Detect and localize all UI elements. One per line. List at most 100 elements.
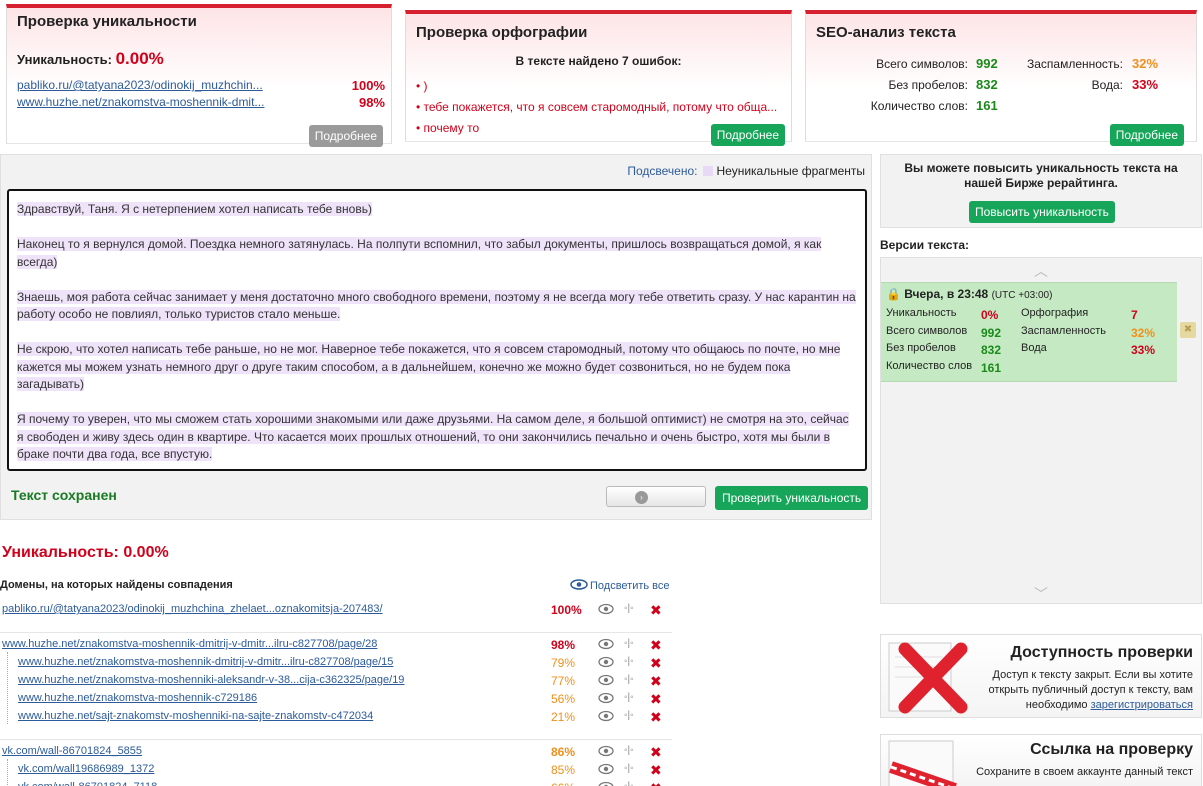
highlight-legend-text: Неуникальные фрагменты [716, 164, 865, 178]
compare-icon[interactable]: ◦|◦ [624, 710, 634, 721]
domains-header: Домены, на которых найдены совпадения [0, 579, 233, 591]
result-percent: 77% [551, 674, 576, 688]
uniqueness-value-label: Уникальность: 0.00% [17, 49, 164, 68]
seo-metric-value: 832 [976, 77, 998, 92]
result-link[interactable]: vk.com/wall19686989_1372 [18, 763, 154, 775]
spelling-error-item[interactable]: • ) [416, 79, 786, 93]
text-editor[interactable]: Здравствуй, Таня. Я с нетерпением хотел … [7, 189, 867, 471]
match-percent: 100% [351, 78, 385, 93]
uniqueness-value: 0.00% [115, 49, 164, 68]
compare-icon[interactable]: ◦|◦ [624, 656, 634, 667]
editor-paragraph: Не скрою, что хотел написать тебе раньше… [17, 342, 841, 391]
eye-icon[interactable] [598, 781, 614, 786]
result-percent: 79% [551, 656, 576, 670]
seo-metric-label: Вода: [1091, 78, 1123, 92]
compare-icon[interactable]: ◦|◦ [624, 763, 634, 774]
delete-icon[interactable]: ✖ [650, 602, 662, 619]
highlight-all-link[interactable]: Подсветить все [570, 579, 670, 592]
eye-icon[interactable] [598, 603, 614, 615]
compare-icon[interactable]: ◦|◦ [624, 674, 634, 685]
result-link[interactable]: www.huzhe.net/znakomstva-moshennik-c7291… [18, 692, 257, 704]
result-link[interactable]: www.huzhe.net/znakomstva-moshenniki-alek… [18, 674, 404, 686]
seo-metric-value: 32% [1132, 56, 1159, 71]
seo-metric-label: Без пробелов: [888, 78, 969, 92]
chevron-up-icon[interactable]: ︿ [881, 261, 1201, 281]
version-metric-label: Без пробелов [886, 342, 956, 354]
delete-icon[interactable]: ✖ [650, 762, 662, 779]
spelling-error-item[interactable]: • тебе покажется, что я совсем старомодн… [416, 100, 786, 114]
highlight-legend: Подсвечено: Неуникальные фрагменты [627, 164, 865, 178]
check-uniqueness-button[interactable]: Проверить уникальность [715, 486, 869, 510]
delete-version-icon[interactable]: ✖ [1180, 322, 1196, 338]
compare-icon[interactable]: ◦|◦ [624, 781, 634, 786]
result-link[interactable]: vk.com/wall-86701824_5855 [2, 745, 142, 757]
delete-icon[interactable]: ✖ [650, 691, 662, 708]
seo-metric-label: Всего символов: [876, 57, 968, 71]
version-metric-label: Уникальность [886, 307, 957, 319]
result-percent: 85% [551, 763, 576, 777]
eye-icon[interactable] [598, 692, 614, 704]
compare-icon[interactable]: ◦|◦ [624, 745, 634, 756]
version-metric-label: Всего символов [886, 324, 968, 337]
register-link[interactable]: зарегистрироваться [1091, 699, 1193, 711]
delete-icon[interactable]: ✖ [650, 780, 662, 786]
version-metric-value: 832 [981, 343, 1002, 357]
eye-icon[interactable] [598, 710, 614, 722]
promo-text: Вы можете повысить уникальность текста н… [904, 161, 1178, 190]
version-metric-value: 7 [1131, 308, 1138, 322]
result-percent: 86% [551, 745, 576, 759]
toggle-knob-icon: › [635, 491, 648, 504]
editor-paragraph: Я почему то уверен, что мы сможем стать … [17, 412, 849, 461]
eye-icon[interactable] [598, 674, 614, 686]
eye-icon[interactable] [598, 763, 614, 775]
highlight-toggle[interactable]: › [606, 486, 706, 507]
eye-icon[interactable] [598, 638, 614, 650]
delete-icon[interactable]: ✖ [650, 637, 662, 654]
result-row: www.huzhe.net/znakomstva-moshennik-dmitr… [0, 637, 672, 656]
seo-more-button[interactable]: Подробнее [1109, 124, 1184, 146]
compare-icon[interactable]: ◦|◦ [624, 638, 634, 649]
match-link-row: www.huzhe.net/znakomstva-moshennik-dmit.… [17, 95, 385, 112]
seo-metric-value: 161 [976, 98, 998, 113]
version-metric-label: Количество слов [886, 359, 973, 372]
compare-icon[interactable]: ◦|◦ [624, 692, 634, 703]
uniqueness-card: Проверка уникальности Уникальность: 0.00… [6, 4, 392, 147]
delete-icon[interactable]: ✖ [650, 673, 662, 690]
eye-icon[interactable] [598, 656, 614, 668]
match-link[interactable]: pabliko.ru/@tatyana2023/odinokij_muzhchi… [17, 78, 317, 92]
group-separator [0, 632, 672, 633]
boost-uniqueness-button[interactable]: Повысить уникальность [969, 201, 1115, 223]
result-row: vk.com/wall19686989_1372 85% ◦|◦ ✖ [0, 762, 672, 781]
version-item[interactable]: 🔒 Вчера, в 23:48 (UTC +03:00) Уникальнос… [881, 282, 1177, 382]
spelling-summary: В тексте найдено 7 ошибок: [515, 54, 682, 68]
access-description: Доступ к тексту закрыт. Если вы хотите о… [988, 669, 1193, 711]
eye-icon[interactable] [598, 745, 614, 757]
result-link[interactable]: www.huzhe.net/sajt-znakomstv-moshenniki-… [18, 710, 373, 722]
editor-paragraph: Здравствуй, Таня. Я с нетерпением хотел … [17, 202, 372, 216]
group-separator [0, 739, 672, 740]
seo-metric-value: 33% [1132, 77, 1159, 92]
result-link[interactable]: www.huzhe.net/znakomstva-moshennik-dmitr… [18, 656, 393, 668]
compare-icon[interactable]: ◦|◦ [624, 603, 634, 614]
versions-title: Версии текста: [880, 238, 970, 252]
uniqueness-more-button[interactable]: Подробнее [308, 125, 383, 147]
tree-line [7, 759, 8, 786]
match-link[interactable]: www.huzhe.net/znakomstva-moshennik-dmit.… [17, 95, 317, 109]
seo-metric-label: Количество слов: [870, 99, 968, 113]
spelling-card-title: Проверка орфографии [416, 24, 588, 41]
result-link[interactable]: pabliko.ru/@tatyana2023/odinokij_muzhchi… [2, 603, 383, 615]
delete-icon[interactable]: ✖ [650, 655, 662, 672]
version-metric-label: Орфография [1021, 307, 1089, 319]
result-link[interactable]: www.huzhe.net/znakomstva-moshennik-dmitr… [2, 638, 377, 650]
editor-paragraph: Наконец то я вернулся домой. Поездка нем… [17, 237, 822, 269]
lock-icon: 🔒 [886, 287, 901, 301]
version-metric-label: Вода [1021, 342, 1047, 354]
result-percent: 98% [551, 638, 576, 652]
spelling-more-button[interactable]: Подробнее [710, 124, 785, 146]
result-link[interactable]: vk.com/wall-86701824_7118 [18, 781, 157, 786]
chevron-down-icon[interactable]: ﹀ [881, 584, 1201, 604]
match-percent: 98% [358, 95, 385, 110]
delete-icon[interactable]: ✖ [650, 744, 662, 761]
delete-icon[interactable]: ✖ [650, 709, 662, 726]
version-metric-value: 161 [981, 360, 1002, 375]
